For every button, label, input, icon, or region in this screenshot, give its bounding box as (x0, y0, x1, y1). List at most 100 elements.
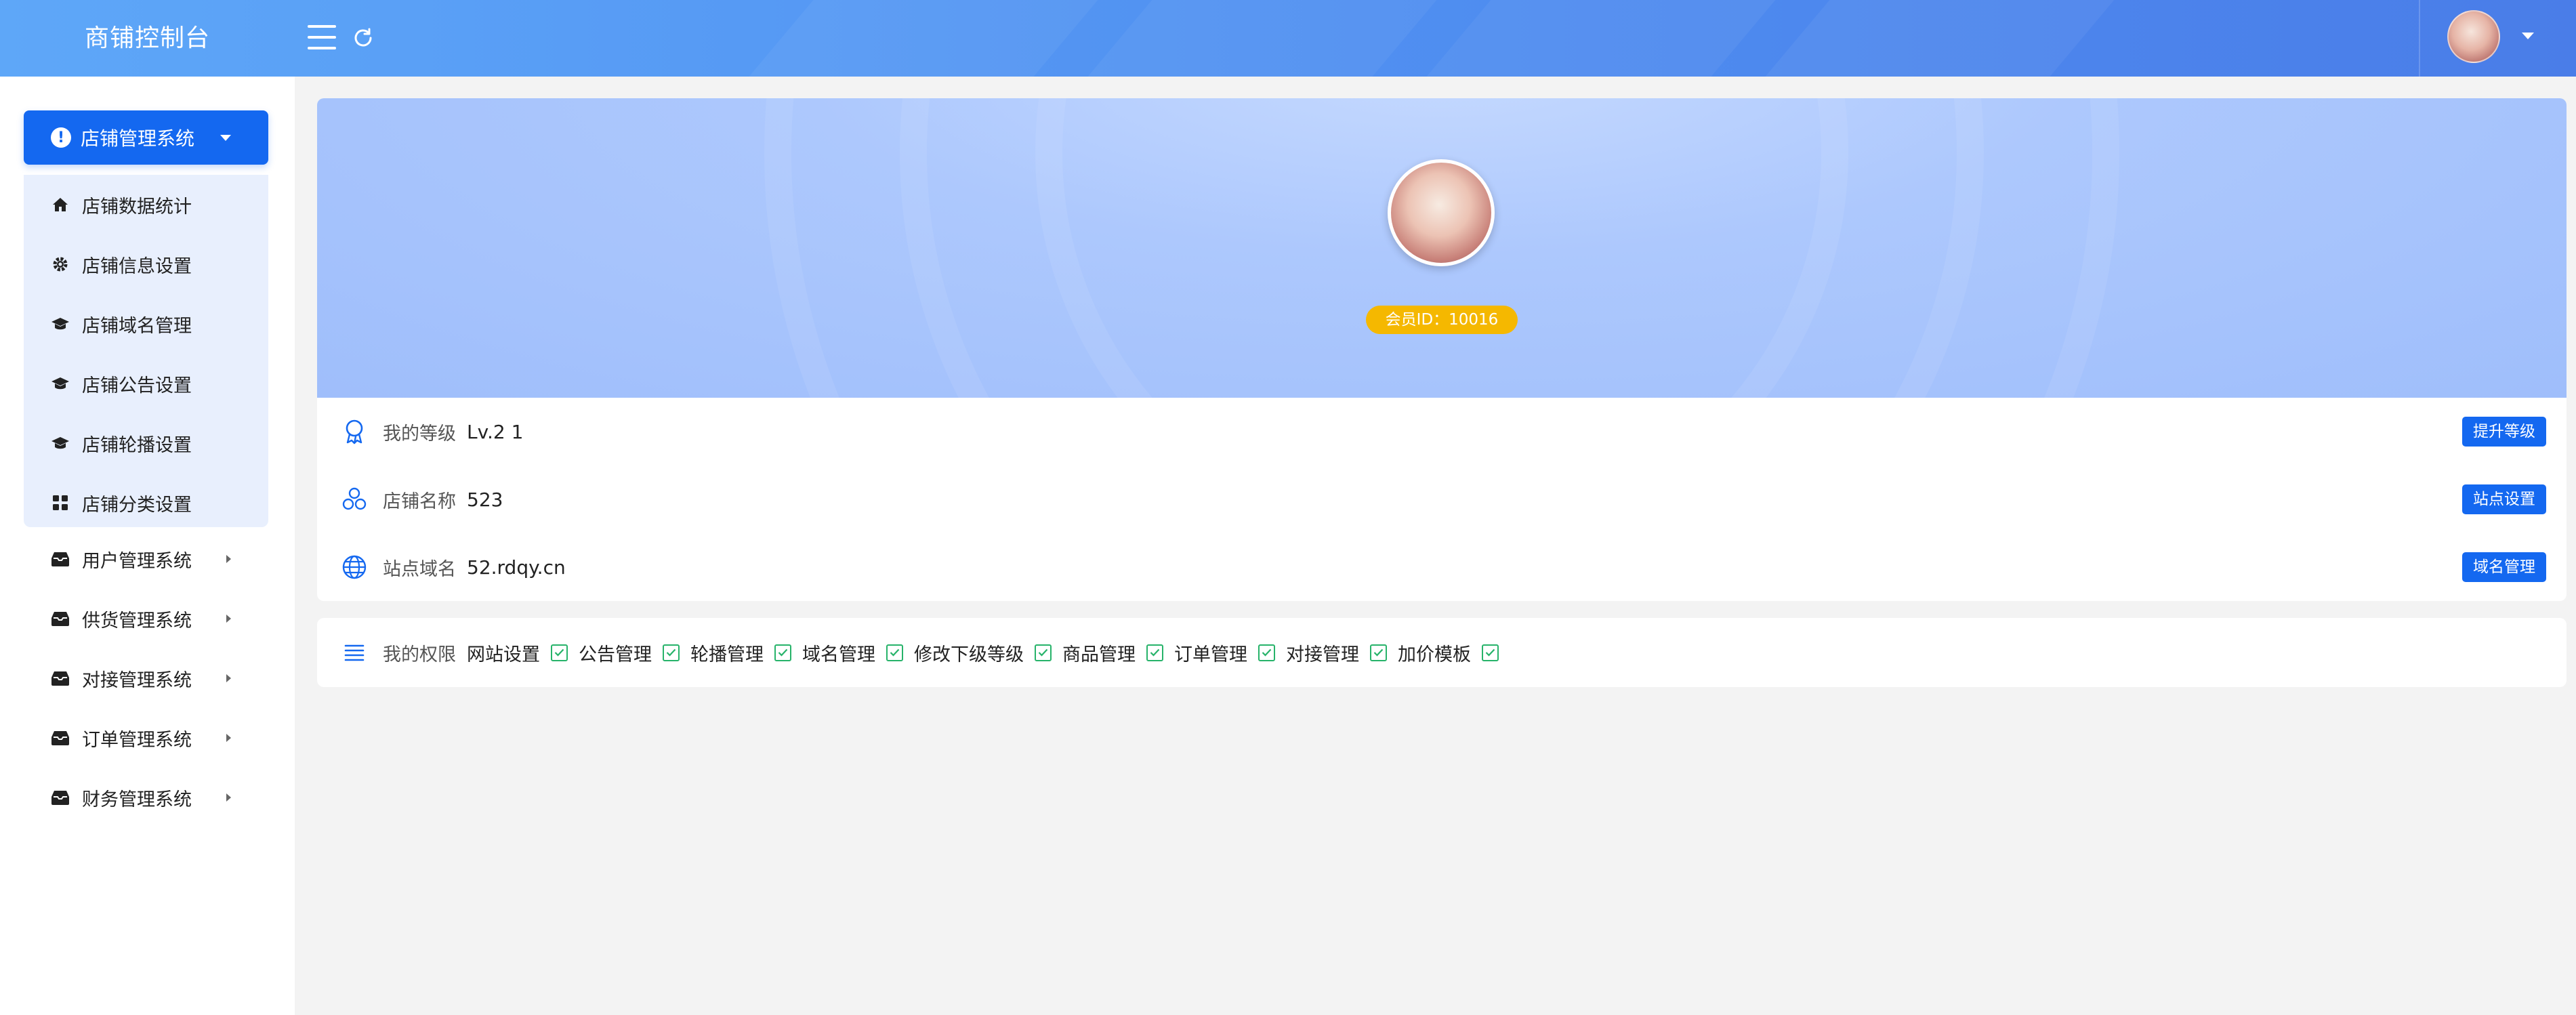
nav-group-finance[interactable]: 财务管理系统 (24, 768, 268, 827)
alert-circle-icon: ! (51, 127, 71, 148)
info-value: 52.rdqy.cn (467, 556, 566, 579)
checkbox-checked-icon (663, 644, 680, 661)
permission-item: 公告管理 (579, 640, 680, 666)
checkbox-checked-icon (551, 644, 568, 661)
permissions-card: 我的权限 网站设置 公告管理 轮播管理 域名管理 修改下级等级 商品管理 订单管理 对接管理 加… (317, 618, 2567, 687)
subnav-item-label: 店铺数据统计 (82, 196, 192, 218)
permission-label: 对接管理 (1286, 644, 1359, 665)
permission-label: 订单管理 (1174, 644, 1247, 665)
medal-icon (341, 418, 368, 445)
sidebar: ! 店铺管理系统 店铺数据统计 店铺信息设置 店铺域名管理 店铺公告设置 店铺轮… (0, 77, 295, 1015)
header-decoration (733, 0, 1110, 77)
info-value: 523 (467, 488, 503, 511)
nav-group-orders[interactable]: 订单管理系统 (24, 708, 268, 768)
nav-group-label: 订单管理系统 (82, 729, 192, 751)
subnav-item-stats[interactable]: 店铺数据统计 (24, 175, 268, 234)
checkbox-checked-icon (886, 644, 903, 661)
nav-group-label: 供货管理系统 (82, 610, 192, 631)
permission-item: 修改下级等级 (914, 640, 1052, 666)
user-avatar[interactable] (2447, 10, 2500, 63)
checkbox-checked-icon (1370, 644, 1387, 661)
nav-group-label: 用户管理系统 (82, 550, 192, 572)
permission-label: 轮播管理 (690, 644, 764, 665)
inbox-icon (51, 788, 70, 807)
member-id-badge: 会员ID：10016 (1366, 306, 1518, 334)
grid-icon (51, 493, 70, 512)
inbox-icon (51, 550, 70, 568)
graduation-cap-icon (51, 434, 70, 453)
subnav-item-category[interactable]: 店铺分类设置 (24, 473, 268, 533)
subnav-item-info[interactable]: 店铺信息设置 (24, 234, 268, 294)
graduation-cap-icon (51, 314, 70, 333)
info-row-shop-name: 店铺名称 523 站点设置 (317, 465, 2567, 533)
graduation-cap-icon (51, 374, 70, 393)
permission-item: 网站设置 (467, 640, 568, 666)
checkbox-checked-icon (1482, 644, 1499, 661)
inbox-icon (51, 728, 70, 747)
brand-title: 商铺控制台 (84, 24, 210, 52)
nav-group-supply[interactable]: 供货管理系统 (24, 589, 268, 648)
permission-label: 商品管理 (1062, 644, 1136, 665)
site-settings-button[interactable]: 站点设置 (2462, 484, 2546, 514)
subnav-item-notice[interactable]: 店铺公告设置 (24, 354, 268, 413)
caret-right-icon (226, 793, 231, 802)
subnav-item-label: 店铺域名管理 (82, 315, 192, 337)
subnav-item-label: 店铺轮播设置 (82, 434, 192, 456)
permission-item: 加价模板 (1398, 640, 1499, 666)
header-decoration (1749, 0, 2126, 77)
checkbox-checked-icon (774, 644, 791, 661)
profile-avatar (1388, 159, 1495, 266)
permission-item: 域名管理 (802, 640, 903, 666)
subnav-item-label: 店铺信息设置 (82, 255, 192, 277)
nav-group-label: 店铺管理系统 (81, 127, 195, 150)
nav-group-integration[interactable]: 对接管理系统 (24, 648, 268, 708)
caret-down-icon[interactable] (2522, 33, 2534, 39)
nav-group-shop-management[interactable]: ! 店铺管理系统 (24, 110, 268, 165)
permission-label: 网站设置 (467, 644, 540, 665)
domain-management-button[interactable]: 域名管理 (2462, 552, 2546, 582)
permission-label: 加价模板 (1398, 644, 1471, 665)
subnav-panel: 店铺数据统计 店铺信息设置 店铺域名管理 店铺公告设置 店铺轮播设置 店铺分类设… (24, 175, 268, 527)
permission-label: 修改下级等级 (914, 644, 1024, 665)
caret-right-icon (226, 615, 231, 623)
header-divider (2419, 0, 2420, 77)
caret-right-icon (226, 674, 231, 682)
subnav-item-domain[interactable]: 店铺域名管理 (24, 294, 268, 354)
subnav-item-label: 店铺分类设置 (82, 494, 192, 516)
nav-group-label: 对接管理系统 (82, 669, 192, 691)
info-label: 站点域名 (383, 558, 456, 580)
permissions-list: 网站设置 公告管理 轮播管理 域名管理 修改下级等级 商品管理 订单管理 对接管理 加价模板 (467, 640, 1510, 666)
nav-group-label: 财务管理系统 (82, 789, 192, 810)
info-row-domain: 站点域名 52.rdqy.cn 域名管理 (317, 533, 2567, 601)
header-decoration (1411, 0, 1787, 77)
checkbox-checked-icon (1258, 644, 1275, 661)
info-label: 店铺名称 (383, 491, 456, 512)
cubes-icon (341, 486, 368, 513)
nav-group-users[interactable]: 用户管理系统 (24, 529, 268, 589)
gear-icon (51, 255, 70, 274)
permission-label: 域名管理 (802, 644, 875, 665)
checkbox-checked-icon (1146, 644, 1163, 661)
inbox-icon (51, 669, 70, 688)
header-decoration (1072, 0, 1449, 77)
upgrade-level-button[interactable]: 提升等级 (2462, 417, 2546, 447)
hamburger-icon[interactable] (308, 25, 336, 51)
refresh-icon[interactable] (351, 26, 375, 50)
info-row-level: 我的等级 Lv.2 1 提升等级 (317, 398, 2567, 465)
caret-right-icon (226, 734, 231, 742)
permission-item: 商品管理 (1062, 640, 1163, 666)
subnav-item-carousel[interactable]: 店铺轮播设置 (24, 413, 268, 473)
profile-banner: 会员ID：10016 (317, 98, 2567, 398)
info-label: 我的等级 (383, 423, 456, 444)
permissions-label: 我的权限 (383, 644, 456, 665)
subnav-item-label: 店铺公告设置 (82, 375, 192, 396)
caret-down-icon (220, 135, 231, 141)
permission-item: 对接管理 (1286, 640, 1387, 666)
caret-right-icon (226, 555, 231, 563)
info-value: Lv.2 1 (467, 420, 524, 443)
permission-item: 订单管理 (1174, 640, 1275, 666)
top-header: 商铺控制台 (0, 0, 2576, 77)
globe-icon (341, 554, 368, 581)
home-icon (51, 195, 70, 214)
inbox-icon (51, 609, 70, 628)
